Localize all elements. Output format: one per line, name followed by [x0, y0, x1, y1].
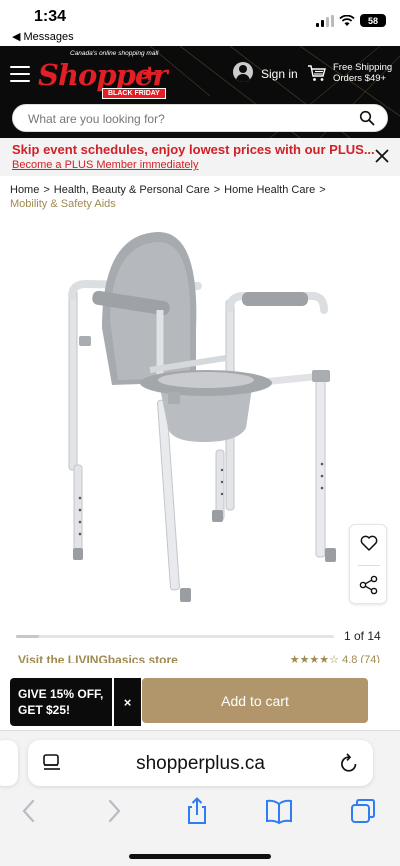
forward-icon[interactable]: [99, 796, 129, 826]
status-bar: 1:34 ◀ Messages 58: [0, 0, 400, 46]
breadcrumb-separator: >: [43, 184, 50, 196]
logo-plus: +: [142, 58, 158, 88]
offer-close-button[interactable]: ×: [114, 678, 141, 726]
rating-summary[interactable]: ★★★★☆ 4.8 (74): [290, 653, 380, 663]
bookmarks-icon[interactable]: [264, 796, 294, 826]
share-icon[interactable]: [359, 575, 379, 595]
breadcrumb-separator: >: [213, 184, 221, 196]
referral-offer[interactable]: GIVE 15% OFF, GET $25!: [10, 678, 112, 726]
user-icon[interactable]: [233, 62, 253, 82]
address-bar[interactable]: shopperplus.ca: [28, 740, 373, 786]
back-to-messages-link[interactable]: ◀ Messages: [12, 30, 74, 43]
product-action-rail: [349, 524, 387, 604]
promo-title: Skip event schedules, enjoy lowest price…: [12, 142, 375, 157]
breadcrumb-home-health-care[interactable]: Home Health Care: [224, 184, 315, 196]
free-shipping-note[interactable]: Free Shipping Orders $49+: [333, 62, 392, 84]
heart-icon[interactable]: [359, 533, 379, 553]
breadcrumb-separator: >: [319, 184, 326, 196]
reload-icon[interactable]: [339, 752, 359, 774]
store-line: Visit the LIVINGbasics store ★★★★☆ 4.8 (…: [18, 653, 388, 663]
cart-icon[interactable]: [307, 63, 327, 83]
status-icons: 58: [316, 14, 386, 27]
breadcrumb-health-beauty[interactable]: Health, Beauty & Personal Care: [54, 184, 210, 196]
visit-store-link[interactable]: Visit the LIVINGbasics store: [18, 653, 178, 663]
breadcrumb-mobility-safety[interactable]: Mobility & Safety Aids: [10, 198, 116, 210]
close-icon[interactable]: [374, 148, 390, 164]
promo-banner: Skip event schedules, enjoy lowest price…: [0, 138, 400, 176]
plus-membership-link[interactable]: Become a PLUS Member immediately: [12, 159, 198, 171]
offer-line-2: GET $25!: [18, 703, 71, 717]
status-time: 1:34: [34, 8, 67, 25]
battery-icon: 58: [360, 14, 386, 27]
search-placeholder: What are you looking for?: [28, 112, 165, 126]
add-to-cart-button[interactable]: Add to cart: [142, 678, 368, 723]
url-text: shopperplus.ca: [136, 753, 265, 774]
search-icon[interactable]: [359, 110, 375, 126]
gallery-counter: 1 of 14: [344, 629, 381, 643]
shopper-plus-logo[interactable]: Canada's online shopping mall Shopper + …: [38, 50, 173, 100]
home-indicator: [129, 854, 271, 859]
breadcrumb: Home > Health, Beauty & Personal Care > Home…: [10, 183, 390, 211]
back-icon[interactable]: [14, 796, 44, 826]
safari-toolbar: [0, 796, 400, 836]
screen: 1:34 ◀ Messages 58 Canada's online shopp…: [0, 0, 400, 866]
sign-in-link[interactable]: Sign in: [261, 67, 298, 81]
product-image[interactable]: [0, 220, 400, 620]
menu-icon[interactable]: [10, 66, 30, 87]
logo-tagline: Canada's online shopping mall: [70, 50, 159, 57]
cellular-signal-icon: [316, 14, 334, 27]
site-header: Canada's online shopping mall Shopper + …: [0, 46, 400, 138]
share-sheet-icon[interactable]: [182, 796, 212, 826]
sticky-cart-bar: GIVE 15% OFF, GET $25! × Add to cart: [0, 670, 400, 730]
safari-bottom-bar: shopperplus.ca: [0, 730, 400, 866]
tabs-icon[interactable]: [348, 796, 378, 826]
wifi-icon: [339, 14, 355, 26]
breadcrumb-home[interactable]: Home: [10, 184, 39, 196]
search-input[interactable]: What are you looking for?: [12, 104, 388, 132]
shipping-line-1: Free Shipping: [333, 62, 393, 73]
gallery-progress-fill: [16, 635, 39, 638]
shipping-line-2: Orders $49+: [333, 73, 387, 84]
offer-line-1: GIVE 15% OFF,: [18, 687, 104, 701]
black-friday-badge: BLACK FRIDAY: [102, 88, 166, 99]
rail-divider: [358, 565, 380, 566]
previous-tab-preview[interactable]: [0, 740, 18, 786]
gallery-progress[interactable]: [16, 635, 334, 638]
rating-text: 4.8 (74): [342, 654, 380, 663]
